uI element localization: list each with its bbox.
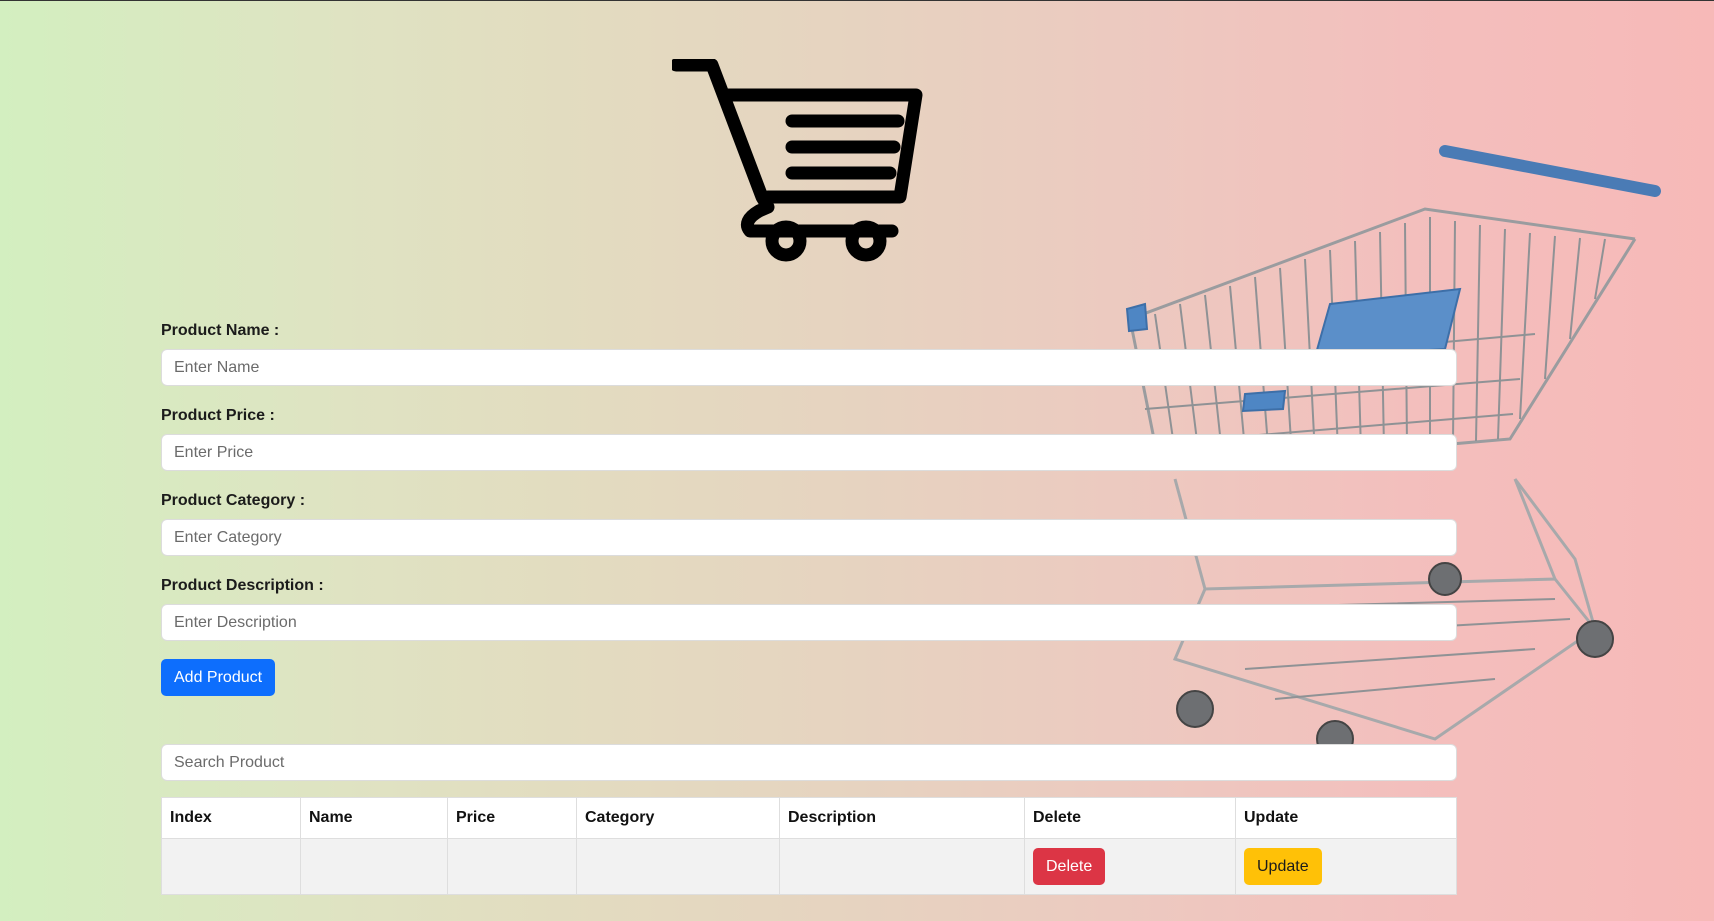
column-header-price: Price [447, 797, 577, 839]
column-header-category: Category [576, 797, 780, 839]
shopping-cart-icon [669, 58, 923, 262]
product-name-label: Product Name : [161, 322, 280, 339]
add-product-button[interactable]: Add Product [161, 659, 276, 696]
cell-name [300, 838, 448, 895]
product-category-input[interactable] [161, 519, 1457, 556]
cell-price [447, 838, 577, 895]
cell-update: Update [1235, 838, 1457, 895]
table-header-row: Index Name Price Category Description De… [161, 797, 1457, 839]
product-category-label: Product Category : [161, 492, 306, 509]
cell-category [576, 838, 780, 895]
product-price-input[interactable] [161, 434, 1457, 471]
products-table: Index Name Price Category Description De… [161, 797, 1457, 895]
product-description-label: Product Description : [161, 577, 324, 594]
delete-button[interactable]: Delete [1033, 848, 1106, 885]
product-description-input[interactable] [161, 604, 1457, 641]
search-row [161, 744, 1457, 781]
cell-delete: Delete [1024, 838, 1236, 895]
product-form-section: Product Name : Product Price : Product C… [161, 321, 1457, 895]
table-row: Delete Update [161, 838, 1457, 895]
column-header-delete: Delete [1024, 797, 1236, 839]
search-product-input[interactable] [161, 744, 1457, 781]
product-name-input[interactable] [161, 349, 1457, 386]
column-header-name: Name [300, 797, 448, 839]
column-header-index: Index [161, 797, 301, 839]
add-product-row: Add Product [161, 659, 1457, 696]
cell-index [161, 838, 301, 895]
cell-description [779, 838, 1025, 895]
column-header-description: Description [779, 797, 1025, 839]
column-header-update: Update [1235, 797, 1457, 839]
logo-cart-icon [669, 58, 924, 264]
product-price-label: Product Price : [161, 407, 275, 424]
update-button[interactable]: Update [1244, 848, 1322, 885]
